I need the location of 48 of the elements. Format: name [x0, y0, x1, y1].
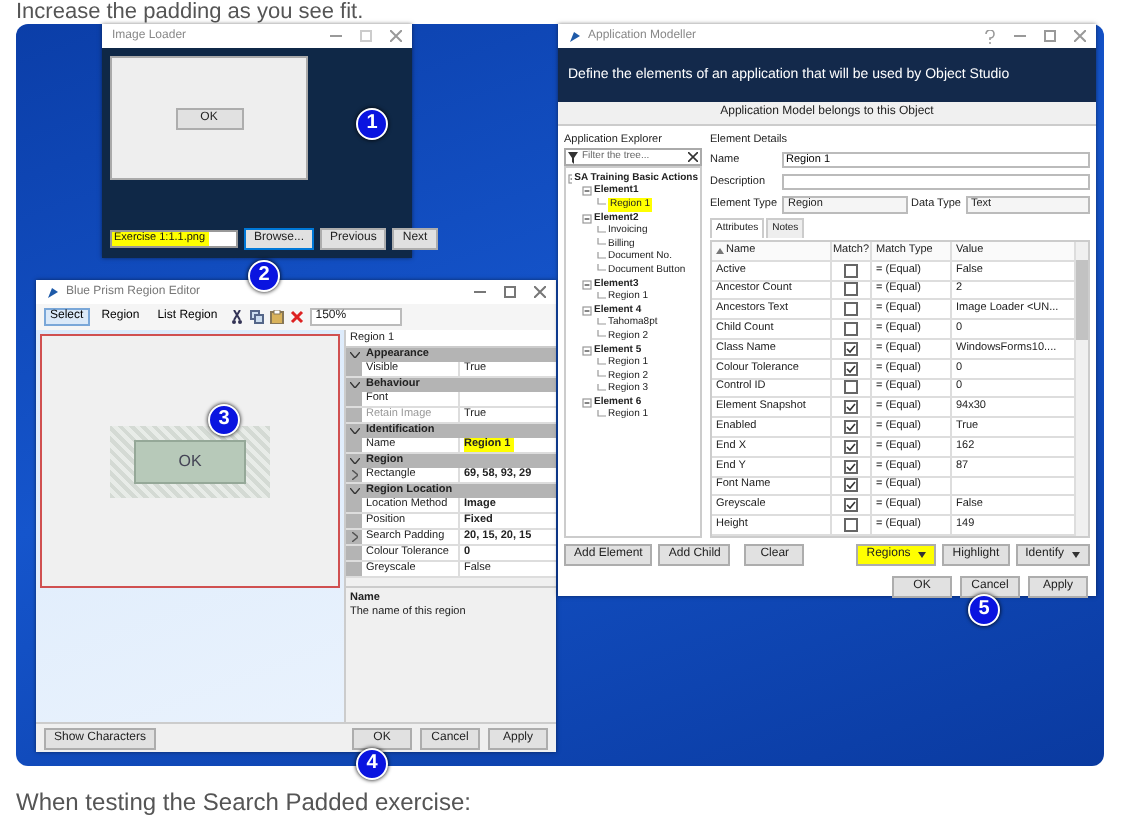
step-badge: 4	[356, 748, 388, 780]
minimize-icon[interactable]	[330, 30, 342, 42]
clear-icon[interactable]	[688, 152, 698, 162]
copy-icon[interactable]	[249, 310, 264, 324]
sort-icon	[716, 247, 724, 254]
caret-icon[interactable]	[1072, 552, 1080, 558]
minimize-icon[interactable]	[1014, 30, 1026, 42]
close-icon[interactable]	[1074, 30, 1086, 42]
match-checkbox[interactable]	[844, 302, 858, 317]
match-checkbox[interactable]	[844, 341, 858, 356]
expand-icon[interactable]	[351, 470, 357, 480]
close-icon[interactable]	[534, 286, 546, 298]
delete-icon[interactable]	[289, 310, 304, 324]
match-checkbox[interactable]	[844, 361, 858, 376]
step-badge: 2	[248, 260, 280, 292]
match-checkbox[interactable]	[844, 282, 858, 297]
match-checkbox[interactable]	[844, 420, 858, 435]
text-field[interactable]	[782, 174, 1090, 190]
region-selection[interactable]: OK	[110, 425, 270, 497]
minimize-icon[interactable]	[474, 286, 486, 298]
match-checkbox[interactable]	[844, 400, 858, 415]
tree-line-icon	[596, 291, 606, 304]
cut-icon[interactable]	[229, 310, 244, 324]
intro-text: Increase the padding as you see fit.	[14, 0, 366, 24]
caption-text: When testing the Search Padded exercise:	[14, 788, 473, 816]
tree-line-icon	[596, 198, 606, 211]
match-checkbox[interactable]	[844, 459, 858, 474]
scrollbar[interactable]	[1076, 242, 1088, 536]
tree-line-icon	[596, 409, 606, 422]
app-logo-icon	[568, 29, 582, 43]
app-logo-icon	[46, 285, 60, 299]
maximize-icon[interactable]	[504, 286, 516, 298]
match-checkbox[interactable]	[844, 263, 858, 278]
step-badge: 5	[968, 594, 1000, 626]
match-checkbox[interactable]	[844, 518, 858, 533]
captured-ok-button: OK	[134, 439, 246, 483]
close-icon[interactable]	[390, 30, 402, 42]
caret-icon[interactable]	[918, 552, 927, 558]
help-icon[interactable]	[984, 29, 996, 43]
match-checkbox[interactable]	[844, 380, 858, 395]
match-checkbox[interactable]	[844, 322, 858, 337]
expand-icon[interactable]	[351, 532, 357, 542]
match-checkbox[interactable]	[844, 478, 858, 493]
match-checkbox[interactable]	[844, 498, 858, 513]
match-checkbox[interactable]	[844, 439, 858, 454]
paste-icon[interactable]	[269, 310, 284, 324]
filter-icon	[568, 151, 578, 163]
maximize-icon[interactable]	[1044, 30, 1056, 42]
